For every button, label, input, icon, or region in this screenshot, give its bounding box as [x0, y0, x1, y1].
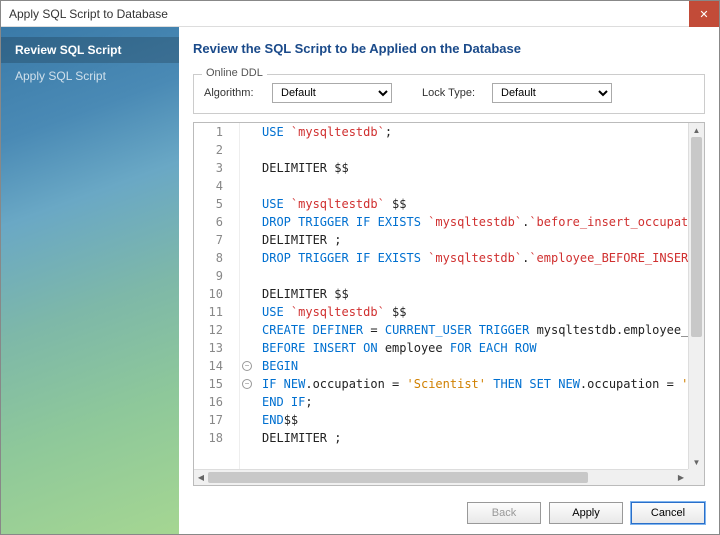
sidebar-item-apply[interactable]: Apply SQL Script [1, 63, 179, 89]
vertical-scroll-thumb[interactable] [691, 137, 702, 337]
fold-icon[interactable]: − [242, 361, 252, 371]
apply-button[interactable]: Apply [549, 502, 623, 524]
code-line[interactable]: END IF; [240, 393, 704, 411]
line-number: 4 [194, 177, 239, 195]
line-number-gutter: 123456789101112131415161718 [194, 123, 240, 469]
scroll-down-arrow-icon[interactable]: ▼ [689, 455, 704, 469]
page-title: Review the SQL Script to be Applied on t… [193, 41, 705, 56]
code-line[interactable]: USE `mysqltestdb` $$ [240, 195, 704, 213]
fold-icon[interactable]: − [242, 379, 252, 389]
horizontal-scroll-thumb[interactable] [208, 472, 588, 483]
code-line[interactable] [240, 141, 704, 159]
line-number: 15 [194, 375, 239, 393]
code-line[interactable]: BEFORE INSERT ON employee FOR EACH ROW [240, 339, 704, 357]
line-number: 12 [194, 321, 239, 339]
online-ddl-fieldset: Online DDL Algorithm: Default Lock Type:… [193, 74, 705, 114]
close-button[interactable]: ✕ [689, 1, 719, 27]
line-number: 3 [194, 159, 239, 177]
sidebar-item-review[interactable]: Review SQL Script [1, 37, 179, 63]
line-number: 6 [194, 213, 239, 231]
titlebar: Apply SQL Script to Database ✕ [1, 1, 719, 27]
code-line[interactable]: CREATE DEFINER = CURRENT_USER TRIGGER my… [240, 321, 704, 339]
line-number: 10 [194, 285, 239, 303]
window-title: Apply SQL Script to Database [9, 7, 168, 21]
code-line[interactable]: DELIMITER ; [240, 231, 704, 249]
scroll-corner [688, 469, 704, 485]
code-line[interactable]: DROP TRIGGER IF EXISTS `mysqltestdb`.`em… [240, 249, 704, 267]
dialog-footer: Back Apply Cancel [193, 486, 705, 524]
code-line[interactable]: USE `mysqltestdb`; [240, 123, 704, 141]
sql-editor[interactable]: 123456789101112131415161718 USE `mysqlte… [193, 122, 705, 486]
scroll-right-arrow-icon[interactable]: ▶ [674, 470, 688, 485]
code-line[interactable]: DELIMITER ; [240, 429, 704, 447]
code-line[interactable]: IF NEW.occupation = 'Scientist' THEN SET… [240, 375, 704, 393]
line-number: 13 [194, 339, 239, 357]
back-button: Back [467, 502, 541, 524]
scroll-up-arrow-icon[interactable]: ▲ [689, 123, 704, 137]
line-number: 2 [194, 141, 239, 159]
line-number: 8 [194, 249, 239, 267]
line-number: 14 [194, 357, 239, 375]
code-line[interactable]: BEGIN [240, 357, 704, 375]
scroll-left-arrow-icon[interactable]: ◀ [194, 470, 208, 485]
line-number: 5 [194, 195, 239, 213]
horizontal-scrollbar[interactable]: ◀ ▶ [194, 469, 688, 485]
fieldset-legend: Online DDL [202, 67, 267, 79]
code-line[interactable]: END$$ [240, 411, 704, 429]
line-number: 9 [194, 267, 239, 285]
algorithm-label: Algorithm: [204, 87, 262, 99]
line-number: 16 [194, 393, 239, 411]
sidebar-item-label: Apply SQL Script [15, 69, 106, 83]
sidebar-item-label: Review SQL Script [15, 43, 121, 57]
code-line[interactable]: USE `mysqltestdb` $$ [240, 303, 704, 321]
line-number: 18 [194, 429, 239, 447]
lock-type-label: Lock Type: [422, 87, 482, 99]
line-number: 17 [194, 411, 239, 429]
line-number: 7 [194, 231, 239, 249]
code-line[interactable] [240, 267, 704, 285]
wizard-sidebar: Review SQL Script Apply SQL Script [1, 27, 179, 534]
code-line[interactable]: DELIMITER $$ [240, 285, 704, 303]
line-number: 11 [194, 303, 239, 321]
code-line[interactable]: DELIMITER $$ [240, 159, 704, 177]
cancel-button[interactable]: Cancel [631, 502, 705, 524]
lock-type-select[interactable]: Default [492, 83, 612, 103]
algorithm-select[interactable]: Default [272, 83, 392, 103]
code-line[interactable] [240, 177, 704, 195]
line-number: 1 [194, 123, 239, 141]
code-area[interactable]: USE `mysqltestdb`;DELIMITER $$USE `mysql… [240, 123, 704, 447]
vertical-scrollbar[interactable]: ▲ ▼ [688, 123, 704, 469]
code-line[interactable]: DROP TRIGGER IF EXISTS `mysqltestdb`.`be… [240, 213, 704, 231]
